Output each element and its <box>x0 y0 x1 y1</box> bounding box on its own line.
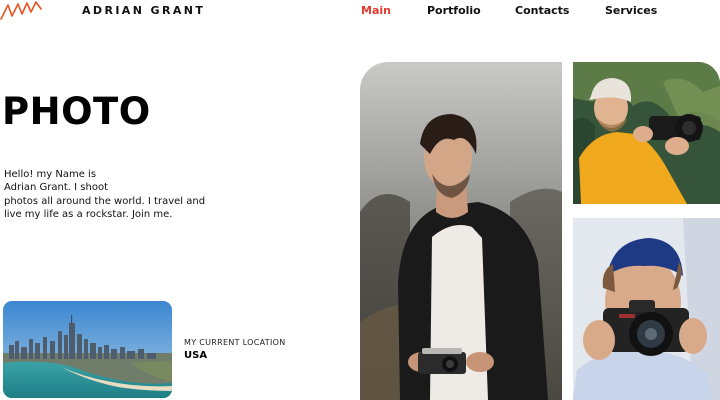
nav-contacts[interactable]: Contacts <box>515 4 569 17</box>
nav-portfolio[interactable]: Portfolio <box>427 4 481 17</box>
location-label: MY CURRENT LOCATION <box>184 338 286 347</box>
photo-portrait-with-camera <box>360 62 562 400</box>
photo-photographer-camera-closeup <box>573 218 720 400</box>
hero-title: PHOTO <box>2 90 151 133</box>
main-nav: Main Portfolio Contacts Services <box>0 4 720 18</box>
hero-intro-line: live my life as a rockstar. Join me. <box>4 208 173 220</box>
location-value: USA <box>184 350 208 361</box>
hero-intro: Hello! my Name is Adrian Grant. I shoot … <box>4 168 214 221</box>
location-photo-city-skyline <box>3 301 172 398</box>
hero-intro-line: Adrian Grant. I shoot <box>4 182 108 194</box>
nav-services[interactable]: Services <box>605 4 657 17</box>
photo-photographer-yellow-hoodie <box>573 62 720 204</box>
hero-intro-line: Hello! my Name is <box>4 169 97 180</box>
hero-intro-line: photos all around the world. I travel an… <box>4 195 206 207</box>
nav-main[interactable]: Main <box>361 4 391 17</box>
